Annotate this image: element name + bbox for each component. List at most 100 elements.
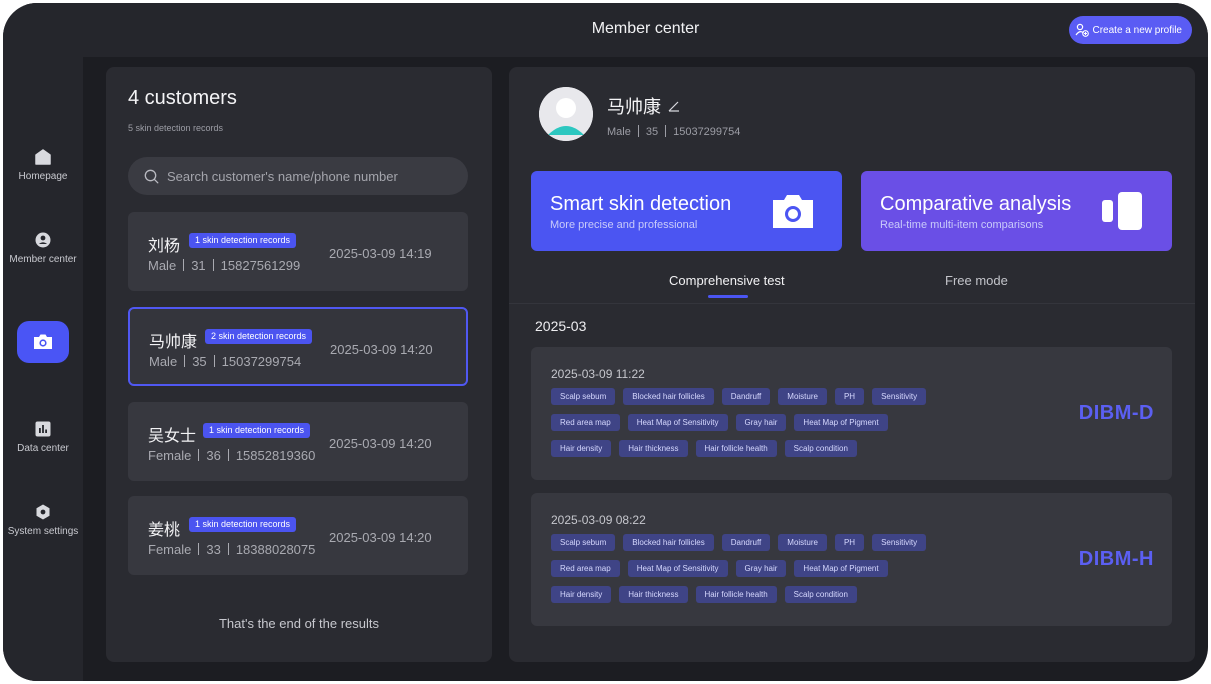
item-chip: Scalp condition xyxy=(784,586,857,603)
sidebar-item-system-settings[interactable]: System settings xyxy=(3,504,83,537)
feature-title: Comparative analysis xyxy=(880,193,1072,215)
item-chip: Heat Map of Sensitivity xyxy=(627,414,728,431)
tab-free-mode[interactable]: Free mode xyxy=(945,273,1008,288)
sidebar-item-member-center[interactable]: Member center xyxy=(3,232,83,265)
detection-record-card[interactable]: 2025-03-09 08:22 Scalp sebum Blocked hai… xyxy=(531,493,1172,626)
customer-card-selected[interactable]: 马帅康 2 skin detection records Male 35 15037… xyxy=(128,307,468,386)
avatar xyxy=(539,87,593,141)
customer-last-time: 2025-03-09 14:20 xyxy=(329,436,432,451)
customer-detail-panel: 马帅康 Male 35 15037299754 Smart skin detecti… xyxy=(509,67,1195,662)
customer-name: 马帅康 xyxy=(149,334,198,351)
customer-list-panel: 4 customers 5 skin detection records 刘杨 … xyxy=(106,67,492,662)
customer-name: 刘杨 xyxy=(148,238,181,255)
item-chip: Red area map xyxy=(551,414,620,431)
item-chip: Scalp sebum xyxy=(551,388,616,405)
item-chip: Blocked hair follicles xyxy=(623,388,714,405)
records-badge: 1 skin detection records xyxy=(189,233,297,248)
edit-icon[interactable] xyxy=(667,99,681,113)
device-model-label: DIBM-D xyxy=(1078,402,1154,424)
item-chip: Scalp condition xyxy=(784,440,857,457)
customer-last-time: 2025-03-09 14:19 xyxy=(329,246,432,261)
end-of-results-text: That's the end of the results xyxy=(218,616,380,631)
create-profile-label: Create a new profile xyxy=(1092,24,1183,36)
record-time: 2025-03-09 11:22 xyxy=(551,367,645,381)
item-chip: Red area map xyxy=(551,560,620,577)
item-chip: Hair thickness xyxy=(619,440,688,457)
sidebar-item-data-center[interactable]: Data center xyxy=(3,421,83,454)
camera-icon xyxy=(773,195,813,228)
records-badge: 1 skin detection records xyxy=(189,517,297,532)
item-chip: Scalp sebum xyxy=(551,534,616,551)
sidebar: Homepage Member center Data center Syste… xyxy=(3,3,83,681)
sidebar-item-camera[interactable] xyxy=(17,321,69,363)
item-chip: Hair follicle health xyxy=(695,586,777,603)
sidebar-item-label: System settings xyxy=(7,526,79,537)
customer-meta: Female 33 18388028075 xyxy=(148,542,316,557)
item-chip-row: Scalp sebum Blocked hair follicles Dandr… xyxy=(551,388,927,405)
item-chip: Blocked hair follicles xyxy=(623,534,714,551)
item-chip: Heat Map of Pigment xyxy=(794,560,888,577)
record-time: 2025-03-09 08:22 xyxy=(551,513,646,527)
customer-search-box xyxy=(128,157,468,195)
comparative-analysis-button[interactable]: Comparative analysis Real-time multi-ite… xyxy=(861,171,1172,251)
item-chip: Gray hair xyxy=(735,560,787,577)
customer-meta: Female 36 15852819360 xyxy=(148,448,316,463)
item-chip-row: Red area map Heat Map of Sensitivity Gra… xyxy=(551,414,888,431)
item-chip: Moisture xyxy=(778,534,827,551)
member-icon xyxy=(35,232,51,248)
customer-card[interactable]: 吴女士 1 skin detection records Female 36 158… xyxy=(128,402,468,481)
item-chip-row: Hair density Hair thickness Hair follicl… xyxy=(551,440,857,457)
item-chip: Hair density xyxy=(551,586,612,603)
item-chip: Hair density xyxy=(551,440,612,457)
sidebar-item-label: Homepage xyxy=(18,171,68,182)
profile-name: 马帅康 xyxy=(607,97,661,117)
chart-icon xyxy=(35,421,51,437)
item-chip: Hair follicle health xyxy=(695,440,777,457)
month-header: 2025-03 xyxy=(535,318,587,334)
smart-skin-detection-button[interactable]: Smart skin detection More precise and pr… xyxy=(531,171,842,251)
device-model-label: DIBM-H xyxy=(1078,548,1154,570)
home-icon xyxy=(35,149,51,165)
divider xyxy=(509,303,1195,304)
item-chip: Dandruff xyxy=(721,388,771,405)
compare-icon xyxy=(1102,192,1142,230)
item-chip-row: Scalp sebum Blocked hair follicles Dandr… xyxy=(551,534,927,551)
records-badge: 1 skin detection records xyxy=(203,423,311,438)
item-chip: Gray hair xyxy=(735,414,787,431)
feature-subtitle: More precise and professional xyxy=(550,219,698,231)
item-chip: Moisture xyxy=(778,388,827,405)
camera-icon xyxy=(34,334,52,349)
search-input[interactable] xyxy=(167,168,447,184)
sidebar-item-label: Data center xyxy=(17,443,69,454)
records-badge: 2 skin detection records xyxy=(205,329,313,344)
item-chip: Heat Map of Pigment xyxy=(794,414,888,431)
profile-meta: Male 35 15037299754 xyxy=(607,125,741,138)
detection-record-card[interactable]: 2025-03-09 11:22 Scalp sebum Blocked hai… xyxy=(531,347,1172,480)
create-profile-button[interactable]: Create a new profile xyxy=(1068,16,1192,44)
customer-card[interactable]: 刘杨 1 skin detection records Male 31 158275… xyxy=(128,212,468,291)
top-bar: Member center Create a new profile xyxy=(83,3,1208,57)
records-count-subtitle: 5 skin detection records xyxy=(128,123,224,133)
customer-last-time: 2025-03-09 14:20 xyxy=(329,530,432,545)
default-avatar-icon xyxy=(539,87,593,141)
add-user-icon xyxy=(1075,23,1089,37)
customer-meta: Male 35 15037299754 xyxy=(149,354,302,369)
item-chip: Hair thickness xyxy=(619,586,688,603)
feature-title: Smart skin detection xyxy=(550,193,732,215)
item-chip: Heat Map of Sensitivity xyxy=(627,560,728,577)
item-chip: Sensitivity xyxy=(872,388,927,405)
item-chip-row: Hair density Hair thickness Hair follicl… xyxy=(551,586,857,603)
customer-name: 姜桃 xyxy=(148,522,181,539)
item-chip: Sensitivity xyxy=(872,534,927,551)
customer-last-time: 2025-03-09 14:20 xyxy=(330,342,433,357)
customer-card[interactable]: 姜桃 1 skin detection records Female 33 1838… xyxy=(128,496,468,575)
settings-icon xyxy=(36,504,50,520)
sidebar-item-homepage[interactable]: Homepage xyxy=(3,149,83,182)
profile-name-row: 马帅康 xyxy=(607,93,681,119)
customer-name: 吴女士 xyxy=(148,428,197,445)
tab-comprehensive-test[interactable]: Comprehensive test xyxy=(669,273,785,288)
customer-meta: Male 31 15827561299 xyxy=(148,258,301,273)
customer-count-title: 4 customers xyxy=(128,87,237,109)
item-chip: PH xyxy=(834,534,865,551)
search-icon xyxy=(144,169,159,183)
